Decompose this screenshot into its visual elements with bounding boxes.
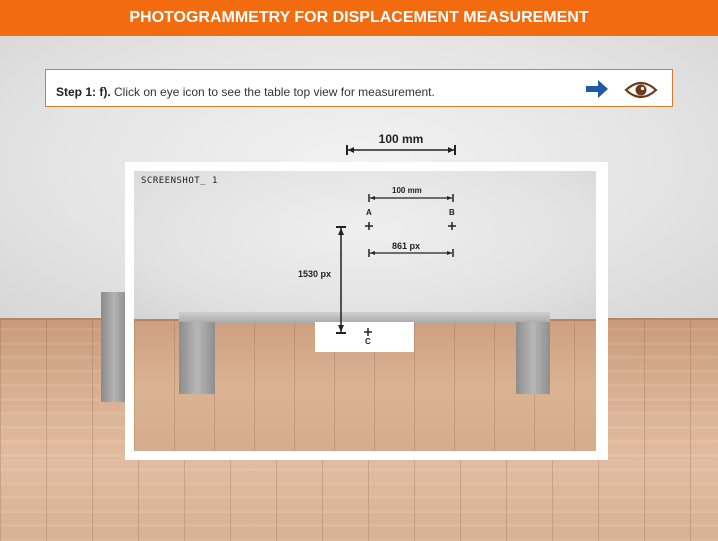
app-header: PHOTOGRAMMETRY FOR DISPLACEMENT MEASUREM… <box>0 0 718 36</box>
reference-dimension-line <box>346 145 456 155</box>
horizontal-px-line <box>368 249 454 257</box>
page-title: PHOTOGRAMMETRY FOR DISPLACEMENT MEASUREM… <box>129 9 589 26</box>
crosshair-a <box>365 222 373 230</box>
small-reference-line <box>368 194 454 202</box>
instruction-box: Step 1: f). Click on eye icon to see the… <box>45 69 673 107</box>
crosshair-b <box>448 222 456 230</box>
eye-icon[interactable] <box>624 80 658 100</box>
instruction-text: Step 1: f). Click on eye icon to see the… <box>56 85 435 99</box>
step-description: Click on eye icon to see the table top v… <box>114 85 435 99</box>
measurement-overlay <box>336 194 456 336</box>
step-label: Step 1: f). <box>56 85 111 99</box>
crosshair-c <box>364 328 372 336</box>
vertical-px-line <box>336 226 346 334</box>
background-table-leg <box>101 292 127 402</box>
screenshot-view: SCREENSHOT_ 1 100 mm A B C 861 px 1530 p… <box>134 171 596 451</box>
reference-dimension: 100 mm <box>345 132 457 158</box>
arrow-right-icon[interactable] <box>584 78 610 100</box>
